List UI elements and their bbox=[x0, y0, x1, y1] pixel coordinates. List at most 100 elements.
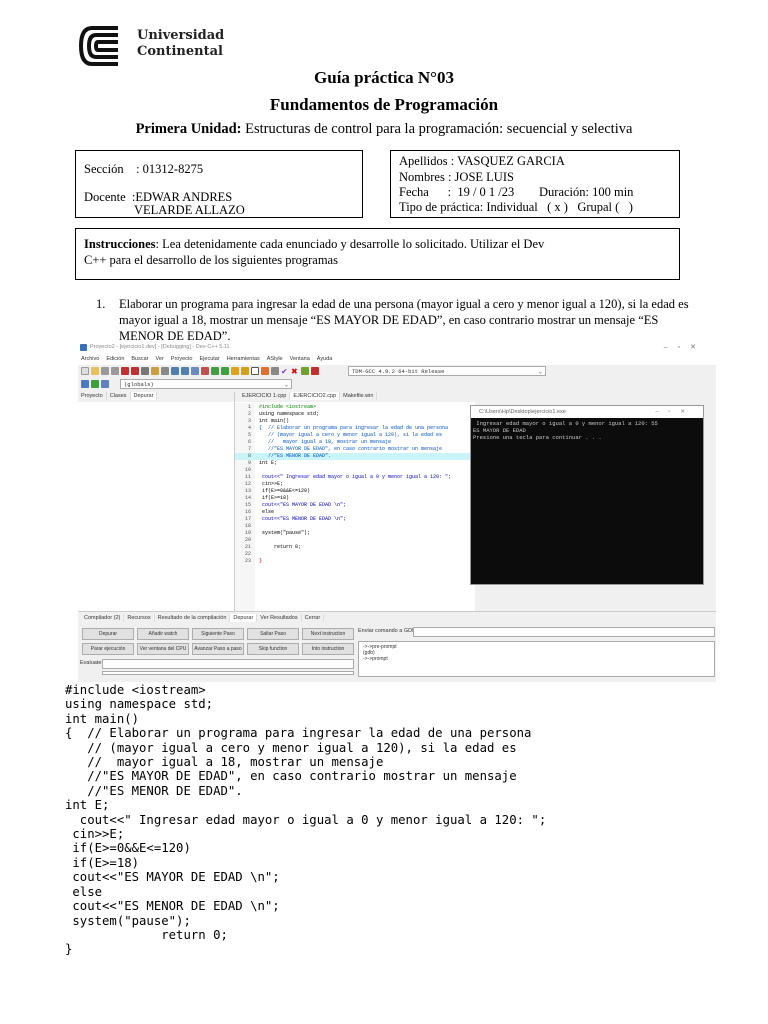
delete-profile-icon[interactable] bbox=[311, 367, 319, 375]
tab-clases[interactable]: Clases bbox=[107, 392, 131, 400]
remove-project-icon[interactable] bbox=[221, 367, 229, 375]
app-icon bbox=[80, 344, 87, 351]
stop-icon[interactable]: ✖ bbox=[291, 367, 299, 376]
debug-button[interactable]: Next instruction bbox=[302, 628, 354, 640]
debug-button[interactable]: Avanzar Paso a paso bbox=[192, 643, 244, 655]
replace-icon[interactable] bbox=[181, 367, 189, 375]
debug-button[interactable]: Añadir watch bbox=[137, 628, 189, 640]
line-number: 2 bbox=[247, 411, 251, 417]
compile-icon[interactable] bbox=[241, 367, 249, 375]
menu-item[interactable]: Herramientas bbox=[227, 356, 260, 362]
debug-button[interactable]: Ver ventana del CPU bbox=[137, 643, 189, 655]
debug-button[interactable]: Parar ejecución bbox=[82, 643, 134, 655]
file-tab[interactable]: EJERCICIO2.cpp bbox=[290, 392, 341, 400]
ide-titlebar: Proyecto2 - [ejercicio1.dev] - [Debuggin… bbox=[78, 341, 716, 354]
save-all-icon[interactable] bbox=[111, 367, 119, 375]
debug-button[interactable]: Into instruction bbox=[302, 643, 354, 655]
print-icon[interactable] bbox=[141, 367, 149, 375]
line-number: 19 bbox=[244, 530, 251, 536]
redo-icon[interactable] bbox=[161, 367, 169, 375]
code-line: 1 #include <iostream> bbox=[235, 404, 475, 411]
line-number: 18 bbox=[244, 523, 251, 529]
new-file-icon[interactable] bbox=[81, 367, 89, 375]
debug-button[interactable]: Skip function bbox=[247, 643, 299, 655]
menu-item[interactable]: AStyle bbox=[267, 356, 283, 362]
exercise-number: 1. bbox=[96, 297, 106, 311]
line-number: 6 bbox=[247, 439, 251, 445]
window-controls-icon[interactable]: –▫✕ bbox=[664, 343, 706, 351]
unindent-icon[interactable] bbox=[201, 367, 209, 375]
debug-button[interactable]: Depurar bbox=[82, 628, 134, 640]
gdb-command-input[interactable] bbox=[413, 627, 715, 637]
menu-item[interactable]: Proyecto bbox=[171, 356, 193, 362]
code-line: 17 cout<<"ES MENOR DE EDAD \n"; bbox=[235, 516, 475, 523]
menu-item[interactable]: Edición bbox=[106, 356, 124, 362]
names-field: Nombres : JOSE LUIS bbox=[399, 170, 514, 184]
file-tab[interactable]: Makefile.win bbox=[340, 392, 378, 400]
file-tab[interactable]: EJERCICIO 1.cpp bbox=[239, 392, 291, 400]
line-number: 8 bbox=[247, 453, 251, 459]
code-text: system("pause"); bbox=[259, 530, 311, 536]
duration-field: Duración: 100 min bbox=[539, 185, 634, 199]
menu-item[interactable]: Ventana bbox=[290, 356, 310, 362]
line-number: 4 bbox=[247, 425, 251, 431]
code-line: 11 cout<<" Ingresar edad mayor o igual a… bbox=[235, 474, 475, 481]
code-line: 19 system("pause"); bbox=[235, 530, 475, 537]
line-number: 16 bbox=[244, 509, 251, 515]
compiler-select[interactable]: TDM-GCC 4.9.2 64-bit Release ⌄ bbox=[348, 366, 546, 376]
debug-check-icon[interactable]: ✔ bbox=[281, 367, 289, 376]
tab-proyecto[interactable]: Proyecto bbox=[78, 392, 107, 400]
code-editor[interactable]: EJERCICIO 1.cpp EJERCICIO2.cpp Makefile.wi… bbox=[235, 392, 475, 612]
bookmark-icon[interactable] bbox=[101, 380, 109, 388]
bottom-tab[interactable]: Compilador (2) bbox=[81, 614, 125, 622]
menu-item[interactable]: Buscar bbox=[131, 356, 148, 362]
debug-button[interactable]: Saltar Paso bbox=[247, 628, 299, 640]
rebuild-icon[interactable] bbox=[271, 367, 279, 375]
goto-icon[interactable] bbox=[81, 380, 89, 388]
chart-icon[interactable] bbox=[301, 367, 309, 375]
bottom-tab[interactable]: Resultado de la compilación bbox=[155, 614, 231, 622]
code-line: 2 using namespace std; bbox=[235, 411, 475, 418]
code-line: 12 cin>>E; bbox=[235, 481, 475, 488]
code-line: 18 bbox=[235, 523, 475, 530]
find-icon[interactable] bbox=[171, 367, 179, 375]
line-number: 11 bbox=[244, 474, 251, 480]
add-project-icon[interactable] bbox=[211, 367, 219, 375]
debug-button[interactable]: Siguiente Paso bbox=[192, 628, 244, 640]
code-line: 6 // mayor igual a 18, mostrar un mensaj… bbox=[235, 439, 475, 446]
open-icon[interactable] bbox=[91, 367, 99, 375]
save-icon[interactable] bbox=[101, 367, 109, 375]
line-number: 20 bbox=[244, 537, 251, 543]
bottom-tab[interactable]: Ver Resultados bbox=[257, 614, 302, 622]
close-file-icon[interactable] bbox=[121, 367, 129, 375]
code-line: 13 if(E>=0&&E<=120) bbox=[235, 488, 475, 495]
bottom-tab[interactable]: Depurar bbox=[230, 614, 258, 622]
code-line: 4 { // Elaborar un programa para ingresar… bbox=[235, 425, 475, 432]
project-options-icon[interactable] bbox=[231, 367, 239, 375]
menu-item[interactable]: Ayuda bbox=[317, 356, 333, 362]
doc-title: Guía práctica N°03 bbox=[314, 68, 454, 87]
university-name: Universidad Continental bbox=[137, 28, 224, 60]
tab-depurar[interactable]: Depurar bbox=[130, 392, 158, 400]
menu-item[interactable]: Ver bbox=[156, 356, 164, 362]
menu-item[interactable]: Archivo bbox=[81, 356, 99, 362]
scope-select[interactable]: (globals) ⌄ bbox=[120, 379, 292, 389]
gdb-label: Enviar comando a GDB: bbox=[358, 628, 418, 634]
compile-run-icon[interactable] bbox=[261, 367, 269, 375]
console-controls-icon[interactable]: –▫✕ bbox=[655, 409, 695, 415]
code-text: //"ES MENOR DE EDAD". bbox=[259, 453, 332, 459]
undo-icon[interactable] bbox=[151, 367, 159, 375]
run-icon[interactable] bbox=[251, 367, 259, 375]
code-text: // mayor igual a 18, mostrar un mensaje bbox=[259, 439, 392, 445]
code-text: using namespace std; bbox=[259, 411, 320, 417]
bottom-tab[interactable]: Cerrar bbox=[302, 614, 325, 622]
insert-icon[interactable] bbox=[91, 380, 99, 388]
menu-item[interactable]: Ejecutar bbox=[200, 356, 220, 362]
code-line: 23} bbox=[235, 558, 475, 565]
logo-line1: Universidad bbox=[137, 28, 225, 43]
bottom-tab[interactable]: Recursos bbox=[124, 614, 155, 622]
close-all-icon[interactable] bbox=[131, 367, 139, 375]
evaluate-input[interactable] bbox=[102, 659, 354, 669]
line-number: 1 bbox=[247, 404, 251, 410]
indent-icon[interactable] bbox=[191, 367, 199, 375]
